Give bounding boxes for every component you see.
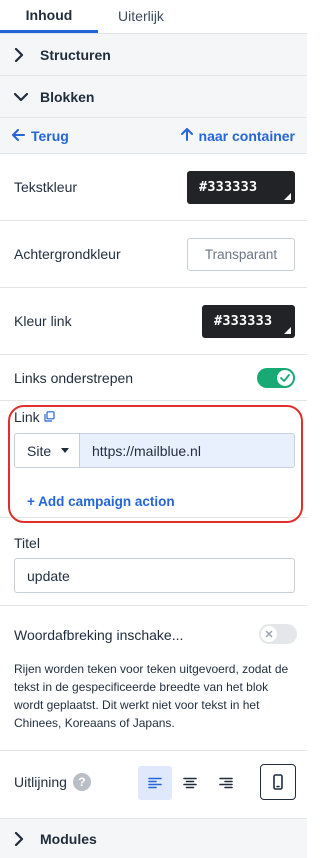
links-onderstrepen-label: Links onderstrepen [14, 369, 134, 386]
chevron-down-icon [14, 92, 32, 102]
back-link-label: Terug [31, 127, 69, 144]
section-structuren[interactable]: Structuren [0, 34, 307, 76]
titel-label: Titel [14, 535, 40, 551]
block-nav: Terug naar container [0, 118, 307, 154]
check-icon [277, 369, 293, 386]
kleur-link-color-picker[interactable]: #333333 [202, 304, 295, 338]
help-icon[interactable]: ? [72, 773, 91, 791]
link-url-input[interactable]: https://mailblue.nl [80, 434, 294, 467]
titel-section: Titel update [0, 518, 307, 606]
tab-inhoud[interactable]: Inhoud [0, 0, 98, 33]
link-label-text: Link [14, 409, 40, 425]
row-kleur-link: Kleur link #333333 [0, 288, 307, 355]
section-blokken[interactable]: Blokken [0, 76, 307, 118]
tab-bar: Inhoud Uiterlijk [0, 0, 307, 34]
mobile-phone-icon [273, 774, 283, 790]
achtergrondkleur-placeholder: Transparant [204, 246, 278, 262]
titel-input[interactable]: update [14, 558, 295, 593]
picker-corner-icon [284, 326, 291, 334]
align-right-button[interactable] [209, 766, 243, 800]
section-modules-label: Modules [40, 830, 97, 847]
woordafbreking-toggle[interactable] [259, 624, 297, 644]
link-url-value: https://mailblue.nl [92, 442, 201, 459]
chevron-right-icon [14, 47, 32, 62]
tekstkleur-value: #333333 [199, 179, 258, 195]
section-structuren-label: Structuren [40, 46, 111, 63]
row-links-onderstrepen: Links onderstrepen [0, 355, 307, 401]
woordafbreking-section: Woordafbreking inschake... Rijen worden … [0, 606, 307, 751]
links-onderstrepen-toggle[interactable] [257, 367, 295, 388]
titel-value: update [27, 567, 70, 584]
align-center-icon [183, 777, 197, 789]
x-icon [261, 626, 277, 642]
arrow-left-icon [12, 128, 25, 144]
caret-down-icon [61, 448, 69, 453]
uitlijning-section: Uitlijning ? [0, 751, 307, 811]
chevron-right-icon [14, 831, 32, 846]
link-type-select[interactable]: Site [15, 434, 80, 467]
link-label: Link [14, 409, 55, 425]
back-link[interactable]: Terug [12, 128, 69, 144]
align-right-icon [219, 777, 233, 789]
picker-corner-icon [284, 192, 291, 200]
align-center-button[interactable] [173, 766, 207, 800]
container-link[interactable]: naar container [180, 127, 295, 144]
woordafbreking-label: Woordafbreking inschake... [14, 627, 184, 643]
align-left-icon [148, 777, 162, 789]
uitlijning-label: Uitlijning ? [14, 773, 91, 791]
achtergrondkleur-color-picker[interactable]: Transparant [187, 237, 295, 271]
link-section: Link Site https://mailblue.nl + Add camp… [0, 401, 307, 523]
align-left-button[interactable] [138, 766, 172, 800]
arrow-up-icon [180, 127, 193, 144]
row-tekstkleur: Tekstkleur #333333 [0, 154, 307, 221]
mobile-preview-button[interactable] [260, 764, 296, 800]
achtergrondkleur-label: Achtergrondkleur [14, 246, 121, 262]
woordafbreking-help-text: Rijen worden teken voor teken uitgevoerd… [14, 662, 289, 730]
kleur-link-label: Kleur link [14, 313, 72, 329]
copy-icon[interactable] [44, 409, 55, 425]
row-achtergrondkleur: Achtergrondkleur Transparant [0, 221, 307, 288]
section-modules[interactable]: Modules [0, 818, 307, 858]
uitlijning-label-text: Uitlijning [14, 774, 67, 790]
kleur-link-value: #333333 [214, 313, 273, 329]
container-link-label: naar container [198, 127, 295, 144]
tekstkleur-color-picker[interactable]: #333333 [187, 170, 295, 204]
link-type-value: Site [27, 442, 52, 459]
section-blokken-label: Blokken [40, 88, 95, 105]
tekstkleur-label: Tekstkleur [14, 179, 78, 195]
add-campaign-action-link[interactable]: + Add campaign action [27, 494, 175, 509]
link-field: Site https://mailblue.nl [14, 433, 295, 468]
tab-uiterlijk[interactable]: Uiterlijk [98, 0, 184, 33]
